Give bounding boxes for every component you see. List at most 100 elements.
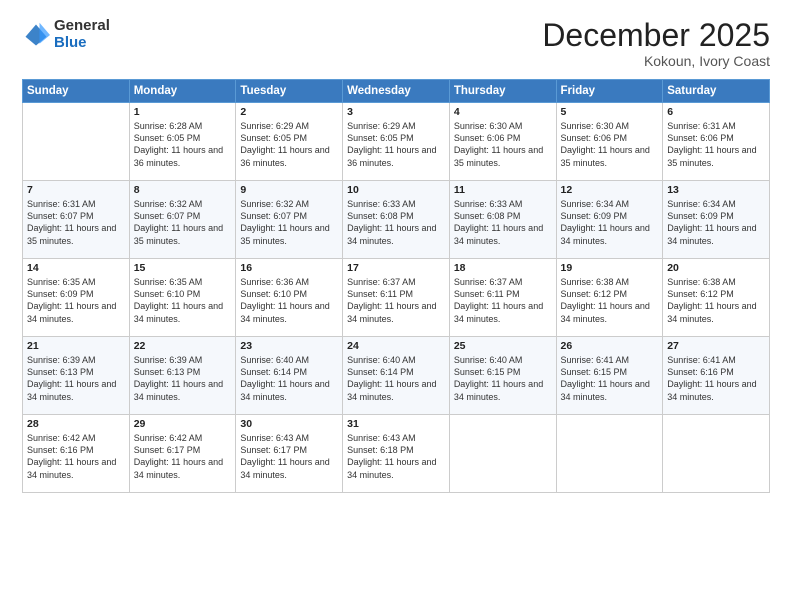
day-number: 23 [240, 340, 338, 352]
day-info: Sunrise: 6:34 AMSunset: 6:09 PMDaylight:… [667, 198, 765, 247]
day-info: Sunrise: 6:39 AMSunset: 6:13 PMDaylight:… [134, 354, 232, 403]
calendar-cell: 8 Sunrise: 6:32 AMSunset: 6:07 PMDayligh… [129, 181, 236, 259]
header-monday: Monday [129, 80, 236, 103]
calendar-cell: 12 Sunrise: 6:34 AMSunset: 6:09 PMDaylig… [556, 181, 663, 259]
day-info: Sunrise: 6:30 AMSunset: 6:06 PMDaylight:… [454, 120, 552, 169]
day-info: Sunrise: 6:31 AMSunset: 6:06 PMDaylight:… [667, 120, 765, 169]
header-thursday: Thursday [449, 80, 556, 103]
calendar-cell: 16 Sunrise: 6:36 AMSunset: 6:10 PMDaylig… [236, 259, 343, 337]
day-info: Sunrise: 6:42 AMSunset: 6:17 PMDaylight:… [134, 432, 232, 481]
day-number: 31 [347, 418, 445, 430]
day-info: Sunrise: 6:37 AMSunset: 6:11 PMDaylight:… [347, 276, 445, 325]
day-info: Sunrise: 6:32 AMSunset: 6:07 PMDaylight:… [240, 198, 338, 247]
day-info: Sunrise: 6:32 AMSunset: 6:07 PMDaylight:… [134, 198, 232, 247]
page: General Blue December 2025 Kokoun, Ivory… [0, 0, 792, 612]
day-number: 5 [561, 106, 659, 118]
calendar-cell [663, 415, 770, 493]
day-info: Sunrise: 6:43 AMSunset: 6:18 PMDaylight:… [347, 432, 445, 481]
calendar-cell: 7 Sunrise: 6:31 AMSunset: 6:07 PMDayligh… [23, 181, 130, 259]
calendar-cell: 19 Sunrise: 6:38 AMSunset: 6:12 PMDaylig… [556, 259, 663, 337]
day-info: Sunrise: 6:43 AMSunset: 6:17 PMDaylight:… [240, 432, 338, 481]
calendar-cell: 23 Sunrise: 6:40 AMSunset: 6:14 PMDaylig… [236, 337, 343, 415]
day-number: 8 [134, 184, 232, 196]
calendar-cell: 25 Sunrise: 6:40 AMSunset: 6:15 PMDaylig… [449, 337, 556, 415]
day-info: Sunrise: 6:40 AMSunset: 6:14 PMDaylight:… [347, 354, 445, 403]
calendar-cell: 6 Sunrise: 6:31 AMSunset: 6:06 PMDayligh… [663, 103, 770, 181]
day-number: 29 [134, 418, 232, 430]
calendar-cell: 21 Sunrise: 6:39 AMSunset: 6:13 PMDaylig… [23, 337, 130, 415]
day-info: Sunrise: 6:29 AMSunset: 6:05 PMDaylight:… [240, 120, 338, 169]
day-info: Sunrise: 6:28 AMSunset: 6:05 PMDaylight:… [134, 120, 232, 169]
day-number: 28 [27, 418, 125, 430]
calendar-cell: 22 Sunrise: 6:39 AMSunset: 6:13 PMDaylig… [129, 337, 236, 415]
day-info: Sunrise: 6:41 AMSunset: 6:16 PMDaylight:… [667, 354, 765, 403]
day-number: 7 [27, 184, 125, 196]
header-sunday: Sunday [23, 80, 130, 103]
header-wednesday: Wednesday [343, 80, 450, 103]
day-number: 30 [240, 418, 338, 430]
day-info: Sunrise: 6:39 AMSunset: 6:13 PMDaylight:… [27, 354, 125, 403]
calendar-week-row-4: 28 Sunrise: 6:42 AMSunset: 6:16 PMDaylig… [23, 415, 770, 493]
weekday-header-row: Sunday Monday Tuesday Wednesday Thursday… [23, 80, 770, 103]
month-title: December 2025 [542, 18, 770, 53]
calendar-cell: 30 Sunrise: 6:43 AMSunset: 6:17 PMDaylig… [236, 415, 343, 493]
day-info: Sunrise: 6:30 AMSunset: 6:06 PMDaylight:… [561, 120, 659, 169]
day-info: Sunrise: 6:38 AMSunset: 6:12 PMDaylight:… [561, 276, 659, 325]
day-info: Sunrise: 6:33 AMSunset: 6:08 PMDaylight:… [347, 198, 445, 247]
day-number: 25 [454, 340, 552, 352]
calendar-cell: 11 Sunrise: 6:33 AMSunset: 6:08 PMDaylig… [449, 181, 556, 259]
location-subtitle: Kokoun, Ivory Coast [542, 53, 770, 69]
calendar-cell: 14 Sunrise: 6:35 AMSunset: 6:09 PMDaylig… [23, 259, 130, 337]
calendar-week-row-0: 1 Sunrise: 6:28 AMSunset: 6:05 PMDayligh… [23, 103, 770, 181]
day-number: 24 [347, 340, 445, 352]
day-info: Sunrise: 6:35 AMSunset: 6:09 PMDaylight:… [27, 276, 125, 325]
day-number: 26 [561, 340, 659, 352]
day-number: 12 [561, 184, 659, 196]
logo-text: General Blue [54, 18, 110, 51]
day-info: Sunrise: 6:37 AMSunset: 6:11 PMDaylight:… [454, 276, 552, 325]
day-number: 13 [667, 184, 765, 196]
day-number: 10 [347, 184, 445, 196]
day-info: Sunrise: 6:42 AMSunset: 6:16 PMDaylight:… [27, 432, 125, 481]
header-tuesday: Tuesday [236, 80, 343, 103]
day-number: 22 [134, 340, 232, 352]
day-info: Sunrise: 6:36 AMSunset: 6:10 PMDaylight:… [240, 276, 338, 325]
calendar-cell: 1 Sunrise: 6:28 AMSunset: 6:05 PMDayligh… [129, 103, 236, 181]
day-number: 15 [134, 262, 232, 274]
day-number: 3 [347, 106, 445, 118]
title-block: December 2025 Kokoun, Ivory Coast [542, 18, 770, 69]
calendar-cell: 20 Sunrise: 6:38 AMSunset: 6:12 PMDaylig… [663, 259, 770, 337]
calendar-cell: 2 Sunrise: 6:29 AMSunset: 6:05 PMDayligh… [236, 103, 343, 181]
calendar-cell [556, 415, 663, 493]
day-info: Sunrise: 6:29 AMSunset: 6:05 PMDaylight:… [347, 120, 445, 169]
day-info: Sunrise: 6:34 AMSunset: 6:09 PMDaylight:… [561, 198, 659, 247]
day-info: Sunrise: 6:41 AMSunset: 6:15 PMDaylight:… [561, 354, 659, 403]
calendar-cell [449, 415, 556, 493]
calendar-cell: 27 Sunrise: 6:41 AMSunset: 6:16 PMDaylig… [663, 337, 770, 415]
calendar-table: Sunday Monday Tuesday Wednesday Thursday… [22, 79, 770, 493]
calendar-cell: 15 Sunrise: 6:35 AMSunset: 6:10 PMDaylig… [129, 259, 236, 337]
header: General Blue December 2025 Kokoun, Ivory… [22, 18, 770, 69]
calendar-cell: 31 Sunrise: 6:43 AMSunset: 6:18 PMDaylig… [343, 415, 450, 493]
logo-general-text: General [54, 18, 110, 35]
calendar-cell: 9 Sunrise: 6:32 AMSunset: 6:07 PMDayligh… [236, 181, 343, 259]
logo-blue-text: Blue [54, 35, 110, 52]
day-number: 17 [347, 262, 445, 274]
calendar-cell: 13 Sunrise: 6:34 AMSunset: 6:09 PMDaylig… [663, 181, 770, 259]
calendar-cell: 10 Sunrise: 6:33 AMSunset: 6:08 PMDaylig… [343, 181, 450, 259]
day-number: 19 [561, 262, 659, 274]
day-number: 27 [667, 340, 765, 352]
calendar-cell: 29 Sunrise: 6:42 AMSunset: 6:17 PMDaylig… [129, 415, 236, 493]
day-number: 16 [240, 262, 338, 274]
day-number: 11 [454, 184, 552, 196]
day-info: Sunrise: 6:40 AMSunset: 6:14 PMDaylight:… [240, 354, 338, 403]
logo-icon [22, 21, 50, 49]
calendar-cell: 4 Sunrise: 6:30 AMSunset: 6:06 PMDayligh… [449, 103, 556, 181]
calendar-week-row-3: 21 Sunrise: 6:39 AMSunset: 6:13 PMDaylig… [23, 337, 770, 415]
day-info: Sunrise: 6:40 AMSunset: 6:15 PMDaylight:… [454, 354, 552, 403]
day-number: 4 [454, 106, 552, 118]
calendar-cell: 17 Sunrise: 6:37 AMSunset: 6:11 PMDaylig… [343, 259, 450, 337]
day-number: 6 [667, 106, 765, 118]
day-number: 9 [240, 184, 338, 196]
calendar-week-row-2: 14 Sunrise: 6:35 AMSunset: 6:09 PMDaylig… [23, 259, 770, 337]
